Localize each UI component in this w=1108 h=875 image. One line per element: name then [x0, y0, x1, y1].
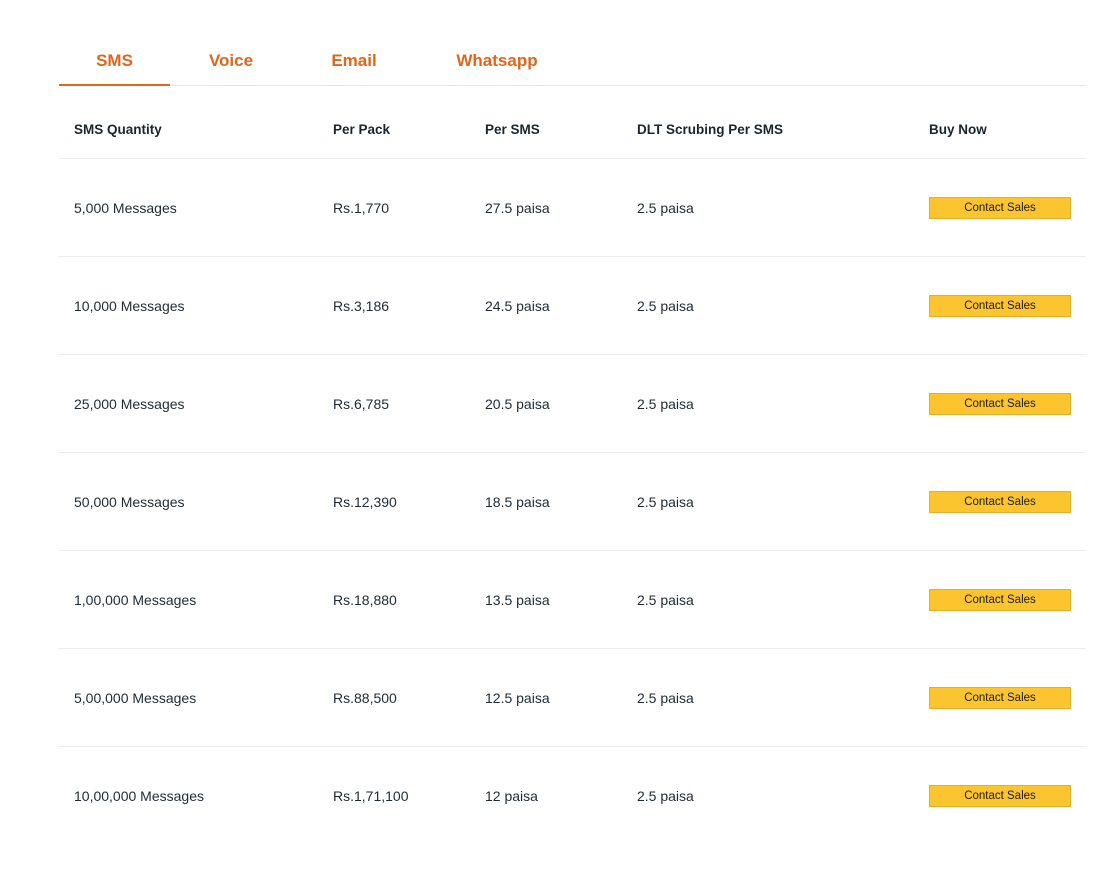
table-row: 50,000 Messages Rs.12,390 18.5 paisa 2.5… [59, 453, 1086, 551]
header-per-pack: Per Pack [333, 121, 391, 137]
table-row: 5,00,000 Messages Rs.88,500 12.5 paisa 2… [59, 649, 1086, 747]
cell-per-pack: Rs.3,186 [333, 297, 390, 314]
tab-whatsapp[interactable]: Whatsapp [436, 49, 558, 85]
table-row: 10,000 Messages Rs.3,186 24.5 paisa 2.5 … [59, 257, 1086, 355]
cell-quantity: 10,00,000 Messages [74, 787, 204, 804]
cell-per-sms: 27.5 paisa [485, 199, 550, 216]
table-row: 1,00,000 Messages Rs.18,880 13.5 paisa 2… [59, 551, 1086, 649]
cell-dlt: 2.5 paisa [637, 689, 694, 706]
header-dlt-scrubing: DLT Scrubing Per SMS [637, 121, 784, 137]
contact-sales-button[interactable]: Contact Sales [929, 490, 1071, 513]
cell-dlt: 2.5 paisa [637, 493, 694, 510]
contact-sales-button[interactable]: Contact Sales [929, 784, 1071, 807]
tab-email[interactable]: Email [311, 49, 397, 85]
cell-buy-now: Contact Sales [929, 257, 1071, 354]
cell-dlt: 2.5 paisa [637, 297, 694, 314]
cell-buy-now: Contact Sales [929, 159, 1071, 256]
cell-quantity: 10,000 Messages [74, 297, 185, 314]
cell-dlt: 2.5 paisa [637, 591, 694, 608]
cell-per-pack: Rs.6,785 [333, 395, 390, 412]
contact-sales-button[interactable]: Contact Sales [929, 588, 1071, 611]
table-row: 10,00,000 Messages Rs.1,71,100 12 paisa … [59, 747, 1086, 844]
cell-buy-now: Contact Sales [929, 649, 1071, 746]
cell-per-pack: Rs.12,390 [333, 493, 397, 510]
header-buy-now: Buy Now [929, 121, 987, 137]
contact-sales-button[interactable]: Contact Sales [929, 392, 1071, 415]
tab-voice[interactable]: Voice [187, 49, 275, 85]
tab-bar: SMS Voice Email Whatsapp [59, 0, 1086, 86]
cell-dlt: 2.5 paisa [637, 787, 694, 804]
cell-per-pack: Rs.1,71,100 [333, 787, 409, 804]
cell-per-sms: 24.5 paisa [485, 297, 550, 314]
cell-dlt: 2.5 paisa [637, 199, 694, 216]
cell-quantity: 1,00,000 Messages [74, 591, 197, 608]
header-per-sms: Per SMS [485, 121, 540, 137]
cell-per-sms: 13.5 paisa [485, 591, 550, 608]
contact-sales-button[interactable]: Contact Sales [929, 196, 1071, 219]
cell-dlt: 2.5 paisa [637, 395, 694, 412]
cell-per-pack: Rs.1,770 [333, 199, 390, 216]
cell-per-sms: 20.5 paisa [485, 395, 550, 412]
cell-quantity: 25,000 Messages [74, 395, 185, 412]
cell-per-sms: 12 paisa [485, 787, 538, 804]
cell-per-sms: 12.5 paisa [485, 689, 550, 706]
pricing-panel: SMS Voice Email Whatsapp SMS Quantity Pe… [59, 0, 1086, 807]
cell-per-sms: 18.5 paisa [485, 493, 550, 510]
cell-quantity: 5,000 Messages [74, 199, 177, 216]
table-row: 25,000 Messages Rs.6,785 20.5 paisa 2.5 … [59, 355, 1086, 453]
cell-quantity: 5,00,000 Messages [74, 689, 197, 706]
cell-buy-now: Contact Sales [929, 355, 1071, 452]
cell-quantity: 50,000 Messages [74, 493, 185, 510]
pricing-table: SMS Quantity Per Pack Per SMS DLT Scrubi… [59, 100, 1086, 844]
cell-buy-now: Contact Sales [929, 551, 1071, 648]
cell-buy-now: Contact Sales [929, 453, 1071, 550]
header-sms-quantity: SMS Quantity [74, 121, 162, 137]
contact-sales-button[interactable]: Contact Sales [929, 686, 1071, 709]
cell-per-pack: Rs.18,880 [333, 591, 397, 608]
tab-sms[interactable]: SMS [59, 49, 170, 86]
table-row: 5,000 Messages Rs.1,770 27.5 paisa 2.5 p… [59, 159, 1086, 257]
cell-per-pack: Rs.88,500 [333, 689, 397, 706]
cell-buy-now: Contact Sales [929, 747, 1071, 844]
table-header-row: SMS Quantity Per Pack Per SMS DLT Scrubi… [59, 100, 1086, 159]
contact-sales-button[interactable]: Contact Sales [929, 294, 1071, 317]
